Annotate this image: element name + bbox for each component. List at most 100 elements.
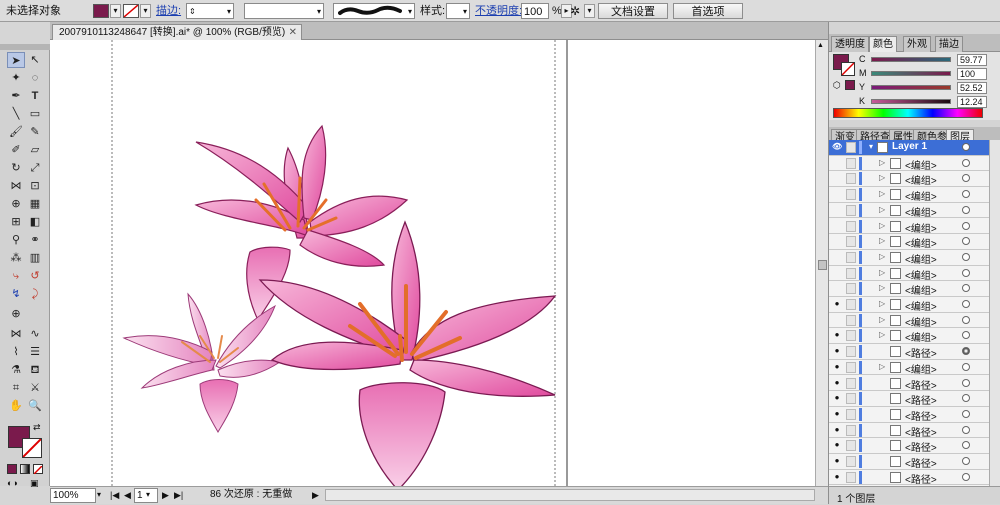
collapse-arrow-icon[interactable]: ▾ xyxy=(869,142,873,151)
visibility-eye-icon[interactable] xyxy=(832,206,842,214)
layer-target-icon[interactable] xyxy=(962,237,970,246)
layer-target-icon[interactable] xyxy=(962,347,970,356)
layer-row[interactable]: ▷ <编组> xyxy=(829,187,1000,203)
variable-width-field[interactable]: ▾ xyxy=(244,3,324,19)
crop-tool-icon[interactable]: ⌗ xyxy=(7,380,25,396)
expand-arrow-icon[interactable]: ▷ xyxy=(879,268,885,277)
channel-y-slider[interactable] xyxy=(871,85,951,90)
layer-row[interactable]: ▷ <编组> xyxy=(829,313,1000,329)
recolor-dropdown[interactable]: ▾ xyxy=(584,4,595,18)
layer-target-icon[interactable] xyxy=(962,378,970,387)
lock-toggle[interactable] xyxy=(846,440,856,452)
lock-toggle[interactable] xyxy=(846,330,856,342)
visibility-eye-icon[interactable]: ● xyxy=(832,347,842,355)
measure-tool-icon[interactable]: ⚗ xyxy=(7,362,25,378)
hand-tool-icon[interactable]: ✋ xyxy=(7,398,25,414)
lock-toggle[interactable] xyxy=(846,173,856,185)
fill-dropdown[interactable]: ▾ xyxy=(110,4,121,18)
layer-target-icon[interactable] xyxy=(962,300,970,308)
scroll-thumb[interactable] xyxy=(818,260,827,270)
layer-item-name[interactable]: <编组> xyxy=(905,282,937,297)
column-graph-tool-icon[interactable]: ▥ xyxy=(26,250,44,266)
perspective-grid-tool-icon[interactable]: ▦ xyxy=(26,196,44,212)
close-icon[interactable]: ✕ xyxy=(289,25,297,40)
artboard-dropdown-icon[interactable]: ▾ xyxy=(146,488,150,503)
layer-target-icon[interactable] xyxy=(962,284,970,293)
layer-row[interactable]: ● <路径> xyxy=(829,407,1000,423)
opacity-label[interactable]: 不透明度: xyxy=(475,3,522,19)
large-lily[interactable] xyxy=(258,220,557,491)
layer-item-name[interactable]: <编组> xyxy=(905,157,937,172)
layer-row[interactable]: ● <路径> xyxy=(829,454,1000,470)
color-mode-icon[interactable] xyxy=(7,464,17,474)
layer-target-icon[interactable] xyxy=(962,143,970,151)
chevron-down-icon[interactable]: ▾ xyxy=(463,4,467,20)
layer-item-name[interactable]: <路径> xyxy=(905,345,937,360)
scale-tool-icon[interactable]: ⤢ xyxy=(26,160,44,176)
chevron-down-icon[interactable]: ▾ xyxy=(227,4,231,20)
visibility-eye-icon[interactable] xyxy=(832,159,842,167)
lock-toggle[interactable] xyxy=(846,424,856,436)
layer-target-icon[interactable] xyxy=(962,362,970,371)
opacity-input[interactable]: 100 xyxy=(521,3,549,19)
layer-item-name[interactable]: <路径> xyxy=(905,455,937,470)
selection-tool-icon[interactable]: ➤ xyxy=(7,52,25,68)
lock-toggle[interactable] xyxy=(846,283,856,295)
visibility-eye-icon[interactable] xyxy=(832,174,842,182)
layer-row-layer1[interactable]: 👁 ▾ Layer 1 xyxy=(829,140,1000,156)
visibility-eye-icon[interactable]: ● xyxy=(832,425,842,434)
preferences-button[interactable]: 首选项 xyxy=(673,3,743,19)
blob-brush-tool-icon[interactable]: ✐ xyxy=(7,142,25,158)
visibility-eye-icon[interactable]: 👁 xyxy=(832,143,842,151)
visibility-eye-icon[interactable]: ● xyxy=(832,394,842,402)
fill-swatch[interactable] xyxy=(93,4,109,18)
channel-k-value[interactable]: 12.24 xyxy=(957,96,987,108)
channel-m-value[interactable]: 100 xyxy=(957,68,987,80)
layer-item-name[interactable]: <编组> xyxy=(905,235,937,250)
layer-row[interactable]: ▷ <编组> xyxy=(829,171,1000,187)
layer-item-name[interactable]: <编组> xyxy=(905,267,937,282)
visibility-eye-icon[interactable]: ● xyxy=(832,378,842,387)
visibility-eye-icon[interactable] xyxy=(832,316,842,324)
layer-row[interactable]: ● ▷ <编组> xyxy=(829,297,1000,313)
layer-item-name[interactable]: <路径> xyxy=(905,377,937,392)
channel-y-value[interactable]: 52.52 xyxy=(957,82,987,94)
chevron-down-icon[interactable]: ▾ xyxy=(408,4,412,20)
visibility-eye-icon[interactable]: ● xyxy=(832,472,842,481)
layer-row[interactable]: ▷ <编组> xyxy=(829,203,1000,219)
expand-arrow-icon[interactable]: ▷ xyxy=(879,299,885,308)
layer-item-name[interactable]: <编组> xyxy=(905,314,937,329)
visibility-eye-icon[interactable] xyxy=(832,284,842,292)
knife-tool-icon[interactable]: ⚔ xyxy=(26,380,44,396)
layer-item-name[interactable]: <编组> xyxy=(905,251,937,266)
lock-toggle[interactable] xyxy=(846,299,856,310)
lock-toggle[interactable] xyxy=(846,393,856,405)
layer-target-icon[interactable] xyxy=(962,331,970,340)
layer-item-name[interactable]: <编组> xyxy=(905,172,937,187)
eyedropper-tool-icon[interactable]: ⚲ xyxy=(7,232,25,248)
layer-item-name[interactable]: <编组> xyxy=(905,298,937,313)
lock-toggle[interactable] xyxy=(846,314,856,326)
gamut-swatch[interactable] xyxy=(845,80,855,90)
layer-item-name[interactable]: <编组> xyxy=(905,188,937,203)
visibility-eye-icon[interactable]: ● xyxy=(832,362,842,371)
gradient-mode-icon[interactable] xyxy=(20,464,30,474)
layer-row[interactable]: ▷ <编组> xyxy=(829,156,1000,172)
layer-item-name[interactable]: <路径> xyxy=(905,471,937,486)
lock-toggle[interactable] xyxy=(846,204,856,216)
expand-arrow-icon[interactable]: ▷ xyxy=(879,205,885,214)
layer-target-icon[interactable] xyxy=(962,315,970,324)
pen-tool-icon[interactable]: ✒ xyxy=(7,88,25,104)
expand-arrow-icon[interactable]: ▷ xyxy=(879,252,885,261)
zoom-dropdown-icon[interactable]: ▾ xyxy=(97,488,101,503)
stroke-swatch[interactable] xyxy=(123,4,139,18)
list-tool-icon[interactable]: ☰ xyxy=(26,344,44,360)
layer-row[interactable]: ● <路径> xyxy=(829,344,1000,360)
free-transform-tool-icon[interactable]: ⊡ xyxy=(26,178,44,194)
layer-item-name[interactable]: <编组> xyxy=(905,361,937,376)
visibility-eye-icon[interactable] xyxy=(832,253,842,261)
visibility-eye-icon[interactable]: ● xyxy=(832,457,842,465)
lock-toggle[interactable] xyxy=(846,251,856,263)
graph-tool-icon[interactable]: ⌇ xyxy=(7,344,25,360)
lock-toggle[interactable] xyxy=(846,346,856,358)
